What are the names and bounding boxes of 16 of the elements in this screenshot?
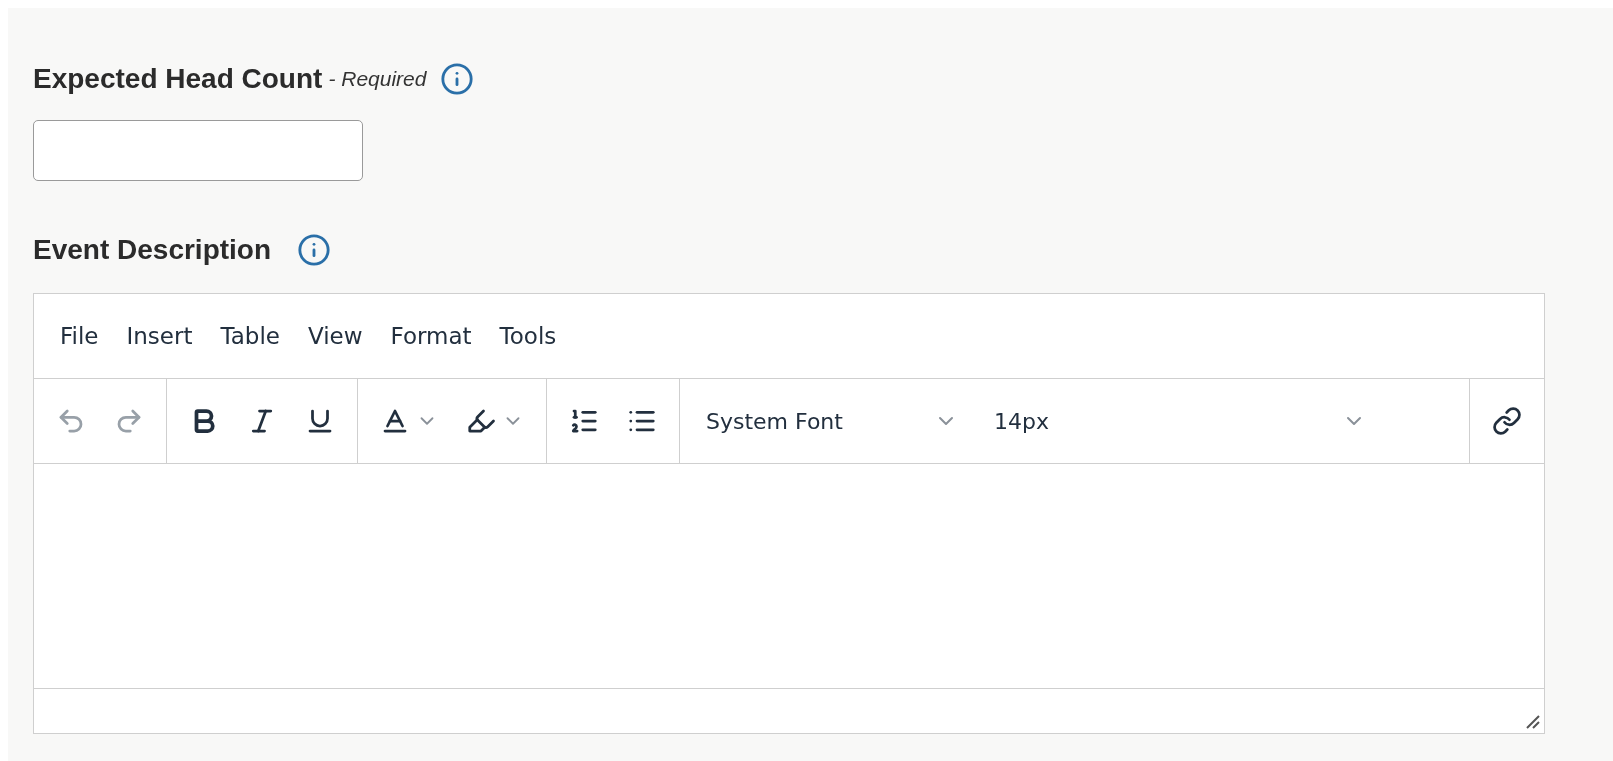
size-select[interactable]: 14px <box>980 400 1380 442</box>
menu-item[interactable]: Tools <box>487 317 569 355</box>
required-note: - Required <box>328 67 427 91</box>
menu-item[interactable]: Format <box>378 317 484 355</box>
menu-item[interactable]: View <box>295 317 375 355</box>
info-icon[interactable] <box>297 233 332 267</box>
font-select[interactable]: System Font <box>692 400 972 442</box>
resize-handle-icon[interactable] <box>1524 713 1540 729</box>
menu-item[interactable]: Insert <box>114 317 205 355</box>
info-icon[interactable] <box>440 62 475 96</box>
menu-item[interactable]: Table <box>208 317 292 355</box>
link-icon <box>1492 406 1522 436</box>
field-label: Expected Head Count <box>33 63 323 95</box>
field-label: Event Description <box>33 234 272 266</box>
head-count-field[interactable] <box>33 120 363 181</box>
menu-item[interactable]: File <box>48 317 111 355</box>
